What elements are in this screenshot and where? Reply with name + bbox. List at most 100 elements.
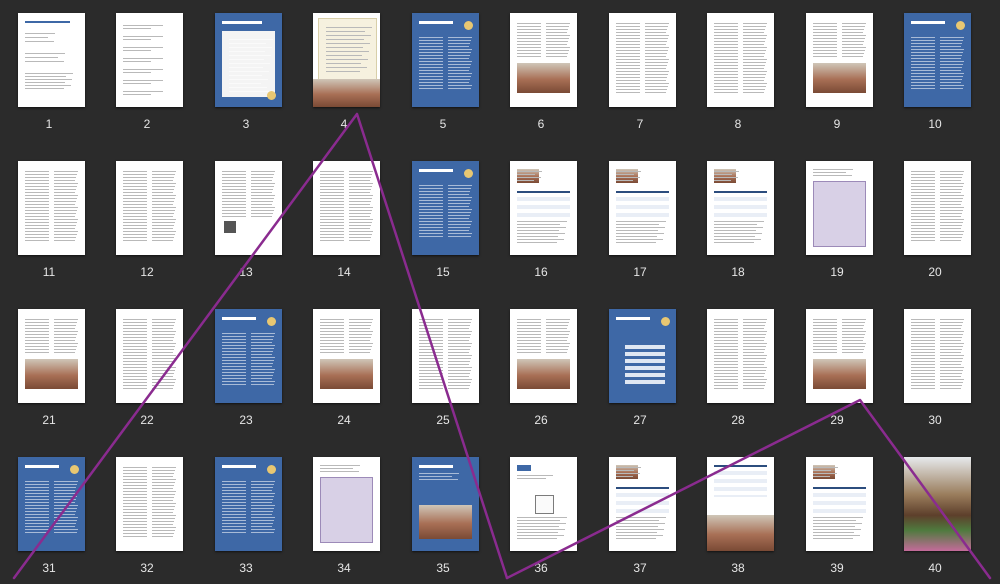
page-thumbnail[interactable]	[904, 309, 971, 403]
page-number-label: 29	[830, 413, 844, 427]
page-thumbnail-cell[interactable]: 16	[492, 148, 590, 288]
page-number-label: 23	[239, 413, 253, 427]
page-thumbnail[interactable]	[412, 309, 479, 403]
page-thumbnail-grid: 1 2 3 4 5 6 7 8 9 10 11 12 13 14 15 16 17 18 19 20 21 22 23 24 2…	[0, 0, 1000, 581]
page-number-label: 35	[436, 561, 450, 575]
page-thumbnail-cell[interactable]: 40	[886, 444, 984, 584]
page-thumbnail[interactable]	[707, 309, 774, 403]
page-thumbnail-cell[interactable]: 2	[98, 0, 196, 140]
page-thumbnail[interactable]	[215, 309, 282, 403]
page-number-label: 21	[42, 413, 56, 427]
page-thumbnail-cell[interactable]: 37	[591, 444, 689, 584]
page-thumbnail-cell[interactable]: 17	[591, 148, 689, 288]
page-thumbnail[interactable]	[412, 161, 479, 255]
page-thumbnail-cell[interactable]: 20	[886, 148, 984, 288]
page-thumbnail-cell[interactable]: 25	[394, 296, 492, 436]
page-thumbnail-cell[interactable]: 35	[394, 444, 492, 584]
page-thumbnail-cell[interactable]: 3	[197, 0, 295, 140]
page-thumbnail[interactable]	[904, 161, 971, 255]
page-thumbnail-cell[interactable]: 23	[197, 296, 295, 436]
page-thumbnail-cell[interactable]: 21	[0, 296, 98, 436]
page-thumbnail-cell[interactable]: 27	[591, 296, 689, 436]
page-thumbnail-cell[interactable]: 38	[689, 444, 787, 584]
page-thumbnail-cell[interactable]: 12	[98, 148, 196, 288]
page-thumbnail[interactable]	[18, 13, 85, 107]
page-thumbnail[interactable]	[806, 13, 873, 107]
page-thumbnail[interactable]	[215, 161, 282, 255]
page-thumbnail[interactable]	[412, 13, 479, 107]
page-thumbnail-cell[interactable]: 7	[591, 0, 689, 140]
page-thumbnail[interactable]	[510, 457, 577, 551]
page-thumbnail[interactable]	[116, 457, 183, 551]
page-thumbnail-cell[interactable]: 5	[394, 0, 492, 140]
page-thumbnail-cell[interactable]: 32	[98, 444, 196, 584]
page-thumbnail[interactable]	[116, 13, 183, 107]
page-number-label: 13	[239, 265, 253, 279]
page-thumbnail[interactable]	[806, 457, 873, 551]
page-thumbnail[interactable]	[510, 161, 577, 255]
page-thumbnail[interactable]	[18, 161, 85, 255]
page-thumbnail[interactable]	[313, 161, 380, 255]
page-number-label: 24	[337, 413, 351, 427]
page-thumbnail[interactable]	[412, 457, 479, 551]
page-number-label: 16	[534, 265, 548, 279]
page-number-label: 33	[239, 561, 253, 575]
page-thumbnail-cell[interactable]: 8	[689, 0, 787, 140]
page-thumbnail[interactable]	[313, 309, 380, 403]
page-thumbnail[interactable]	[806, 309, 873, 403]
page-number-label: 28	[731, 413, 745, 427]
page-thumbnail[interactable]	[707, 13, 774, 107]
page-thumbnail-cell[interactable]: 31	[0, 444, 98, 584]
page-thumbnail[interactable]	[215, 13, 282, 107]
page-number-label: 34	[337, 561, 351, 575]
page-thumbnail[interactable]	[510, 309, 577, 403]
page-thumbnail-cell[interactable]: 4	[295, 0, 393, 140]
page-thumbnail-cell[interactable]: 11	[0, 148, 98, 288]
page-thumbnail-cell[interactable]: 19	[788, 148, 886, 288]
page-number-label: 25	[436, 413, 450, 427]
page-thumbnail-cell[interactable]: 24	[295, 296, 393, 436]
page-thumbnail[interactable]	[609, 457, 676, 551]
page-thumbnail[interactable]	[707, 161, 774, 255]
page-number-label: 12	[140, 265, 154, 279]
page-thumbnail[interactable]	[609, 161, 676, 255]
page-number-label: 27	[633, 413, 647, 427]
page-thumbnail[interactable]	[18, 457, 85, 551]
page-thumbnail-cell[interactable]: 29	[788, 296, 886, 436]
page-thumbnail[interactable]	[116, 161, 183, 255]
page-thumbnail[interactable]	[313, 457, 380, 551]
page-thumbnail[interactable]	[116, 309, 183, 403]
page-number-label: 3	[242, 117, 250, 131]
page-number-label: 4	[340, 117, 348, 131]
page-thumbnail-cell[interactable]: 15	[394, 148, 492, 288]
page-thumbnail-cell[interactable]: 9	[788, 0, 886, 140]
page-thumbnail-cell[interactable]: 22	[98, 296, 196, 436]
page-thumbnail-cell[interactable]: 10	[886, 0, 984, 140]
page-thumbnail-cell[interactable]: 30	[886, 296, 984, 436]
page-number-label: 38	[731, 561, 745, 575]
page-thumbnail-cell[interactable]: 26	[492, 296, 590, 436]
page-thumbnail[interactable]	[707, 457, 774, 551]
page-number-label: 15	[436, 265, 450, 279]
page-thumbnail[interactable]	[313, 13, 380, 107]
page-thumbnail[interactable]	[609, 13, 676, 107]
page-thumbnail[interactable]	[609, 309, 676, 403]
page-thumbnail-cell[interactable]: 28	[689, 296, 787, 436]
page-thumbnail-cell[interactable]: 39	[788, 444, 886, 584]
page-thumbnail-cell[interactable]: 14	[295, 148, 393, 288]
page-number-label: 8	[734, 117, 742, 131]
page-thumbnail[interactable]	[510, 13, 577, 107]
page-thumbnail-cell[interactable]: 36	[492, 444, 590, 584]
page-thumbnail[interactable]	[806, 161, 873, 255]
page-thumbnail[interactable]	[904, 457, 971, 551]
page-thumbnail[interactable]	[904, 13, 971, 107]
page-thumbnail-cell[interactable]: 34	[295, 444, 393, 584]
page-thumbnail-cell[interactable]: 33	[197, 444, 295, 584]
page-thumbnail[interactable]	[215, 457, 282, 551]
page-thumbnail-cell[interactable]: 18	[689, 148, 787, 288]
page-thumbnail-cell[interactable]: 1	[0, 0, 98, 140]
page-thumbnail-cell[interactable]: 6	[492, 0, 590, 140]
page-thumbnail[interactable]	[18, 309, 85, 403]
page-thumbnail-cell[interactable]: 13	[197, 148, 295, 288]
page-number-label: 5	[439, 117, 447, 131]
